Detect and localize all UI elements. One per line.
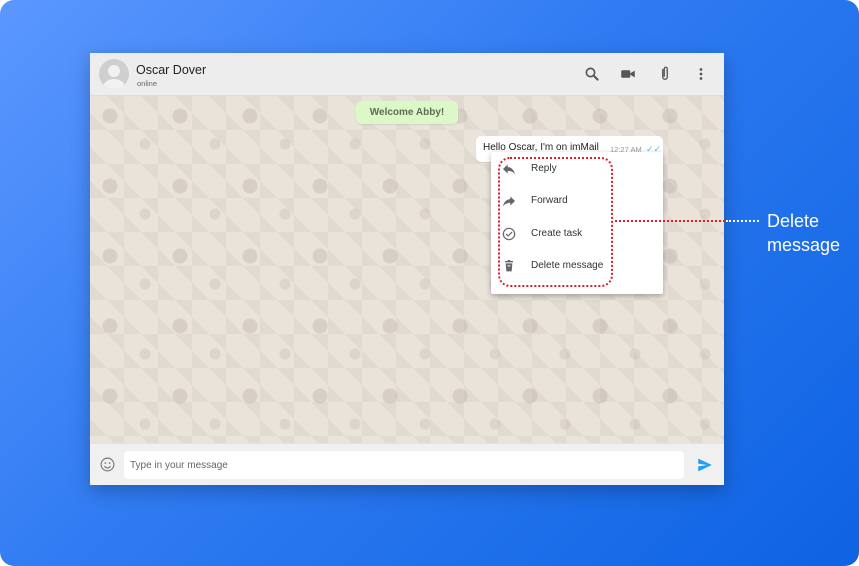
avatar[interactable] (99, 59, 129, 89)
callout-label: Delete message (767, 211, 841, 255)
avatar-head-shape (108, 65, 120, 77)
callout-connector-line (615, 220, 725, 222)
avatar-body-shape (103, 79, 125, 89)
message-input[interactable] (124, 451, 684, 479)
emoji-icon[interactable] (99, 456, 116, 473)
delete-message-highlight (498, 157, 613, 287)
chat-body: Welcome Abby! Hello Oscar, I'm on imMail… (90, 96, 724, 443)
callout-connector-line (726, 220, 759, 222)
contact-name[interactable]: Oscar Dover (136, 63, 206, 77)
welcome-banner: Welcome Abby! (356, 101, 458, 124)
chat-header: Oscar Dover online (90, 53, 724, 96)
search-icon[interactable] (583, 65, 601, 83)
promo-background: Oscar Dover online Welcome Abby! Hello O… (0, 0, 859, 566)
attachment-icon[interactable] (656, 65, 674, 83)
send-icon[interactable] (696, 456, 714, 474)
message-composer (90, 443, 724, 485)
more-options-icon[interactable] (692, 65, 710, 83)
contact-status: online (137, 79, 158, 88)
chat-window: Oscar Dover online Welcome Abby! Hello O… (90, 53, 724, 485)
video-call-icon[interactable] (619, 65, 637, 83)
